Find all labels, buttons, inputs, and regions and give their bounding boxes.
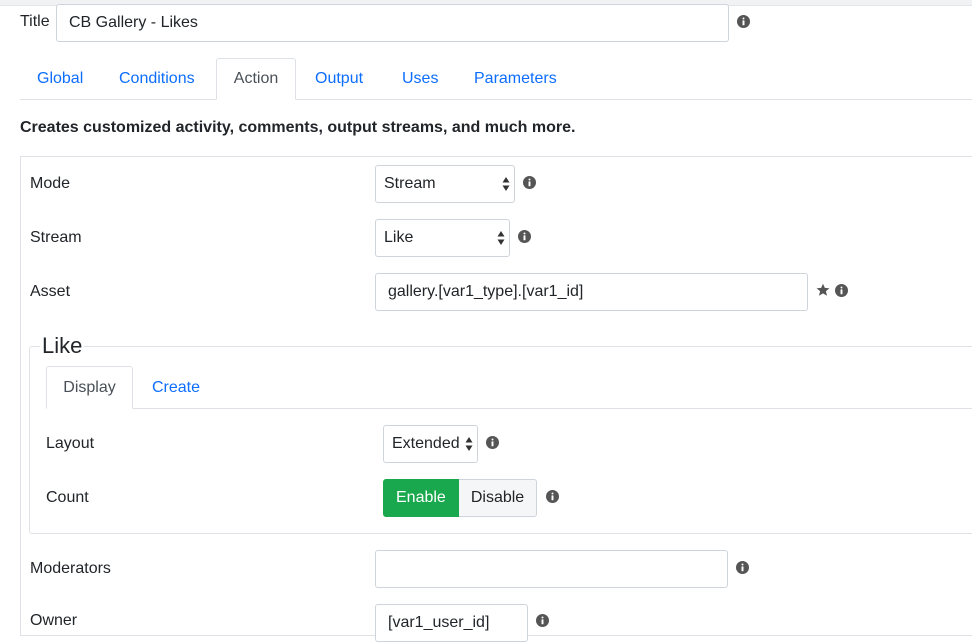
count-toggle: Enable Disable	[383, 479, 538, 517]
moderators-input[interactable]	[375, 550, 728, 588]
stream-select-value: Like	[384, 229, 414, 246]
owner-label: Owner	[30, 612, 78, 629]
info-icon[interactable]	[518, 230, 531, 243]
owner-input[interactable]: [var1_user_id]	[375, 604, 528, 642]
select-arrows-icon	[465, 437, 473, 451]
count-label: Count	[46, 489, 89, 506]
stream-label: Stream	[30, 229, 82, 246]
layout-select[interactable]: Extended	[383, 425, 478, 463]
tab-uses[interactable]: Uses	[402, 70, 438, 88]
layout-select-value: Extended	[392, 435, 460, 452]
mode-select[interactable]: Stream	[375, 165, 515, 203]
asset-input[interactable]: gallery.[var1_type].[var1_id]	[375, 273, 808, 311]
layout-label: Layout	[46, 435, 95, 452]
enable-button[interactable]: Enable	[383, 479, 459, 517]
tab-create[interactable]: Create	[152, 379, 200, 397]
tab-parameters[interactable]: Parameters	[474, 70, 557, 88]
tab-output[interactable]: Output	[315, 70, 363, 88]
info-icon[interactable]	[736, 561, 749, 574]
title-input[interactable]: CB Gallery - Likes	[56, 4, 729, 42]
stream-select[interactable]: Like	[375, 219, 510, 257]
select-arrows-icon	[502, 177, 510, 191]
title-label: Title	[20, 13, 50, 30]
tab-display[interactable]: Display	[46, 366, 133, 409]
moderators-label: Moderators	[30, 560, 111, 577]
info-icon[interactable]	[737, 15, 750, 28]
star-icon	[816, 283, 830, 296]
action-description: Creates customized activity, comments, o…	[20, 119, 576, 136]
tab-action[interactable]: Action	[216, 58, 296, 100]
info-icon[interactable]	[546, 490, 559, 503]
disable-button[interactable]: Disable	[458, 479, 538, 517]
info-icon[interactable]	[523, 176, 536, 189]
asset-label: Asset	[30, 283, 71, 300]
tabs-divider	[20, 99, 972, 100]
tab-conditions[interactable]: Conditions	[119, 70, 195, 88]
info-icon[interactable]	[835, 284, 848, 297]
select-arrows-icon	[497, 231, 505, 245]
mode-select-value: Stream	[384, 175, 436, 192]
like-tabs-divider	[46, 408, 972, 409]
like-legend: Like	[40, 333, 85, 359]
info-icon[interactable]	[536, 614, 549, 627]
info-icon[interactable]	[486, 436, 499, 449]
mode-label: Mode	[30, 175, 71, 192]
tab-global[interactable]: Global	[37, 70, 83, 88]
